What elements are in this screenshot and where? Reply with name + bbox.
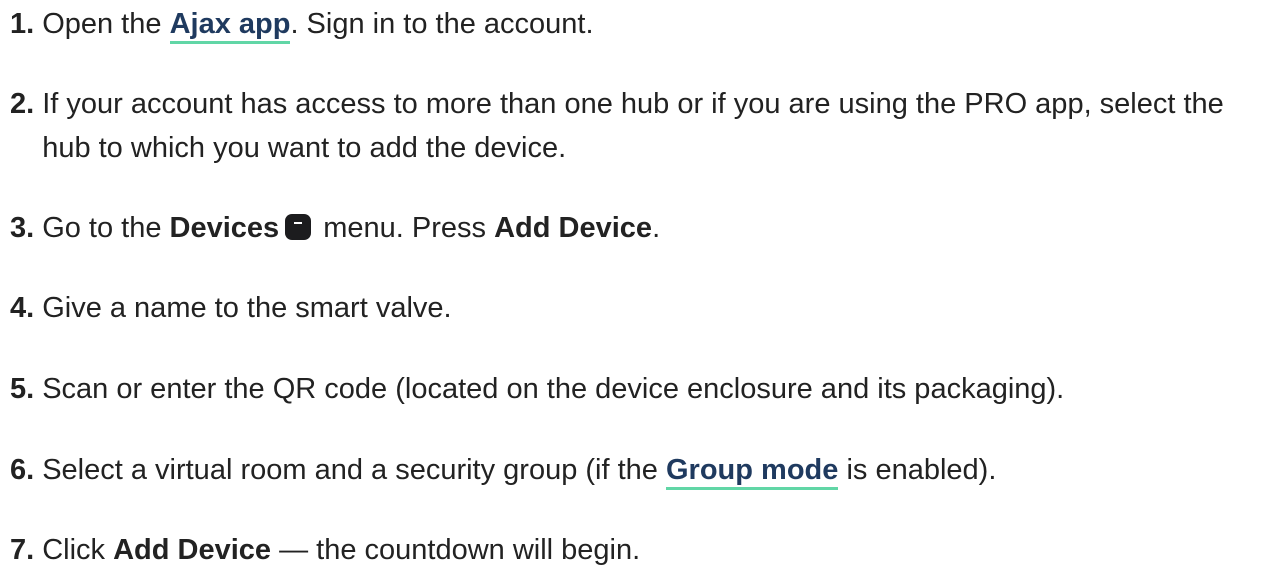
step-7: 7. Click Add Device — the countdown will… bbox=[10, 528, 1272, 572]
step-2: 2. If your account has access to more th… bbox=[10, 82, 1272, 170]
step-1: 1. Open the Ajax app. Sign in to the acc… bbox=[10, 2, 1272, 46]
step-text: Select a virtual room and a security gro… bbox=[42, 448, 1272, 492]
group-mode-link[interactable]: Group mode bbox=[666, 454, 839, 490]
step-text: Go to the Devices menu. Press Add Device… bbox=[42, 206, 1272, 250]
step-number: 6. bbox=[10, 454, 35, 486]
step-3: 3. Go to the Devices menu. Press Add Dev… bbox=[10, 206, 1272, 250]
instruction-steps: 1. Open the Ajax app. Sign in to the acc… bbox=[0, 0, 1272, 572]
step-5: 5. Scan or enter the QR code (located on… bbox=[10, 367, 1272, 411]
step-text: Scan or enter the QR code (located on th… bbox=[42, 373, 1065, 405]
step-text-end: — the countdown will begin. bbox=[271, 534, 641, 566]
step-number: 4. bbox=[10, 292, 35, 324]
step-text-start: Click bbox=[42, 534, 114, 566]
step-text: If your account has access to more than … bbox=[42, 88, 1224, 164]
step-text: Give a name to the smart valve. bbox=[42, 292, 452, 324]
step-number: 7. bbox=[10, 534, 35, 566]
step-text-end: . Sign in to the account. bbox=[290, 8, 594, 40]
step-text-middle: menu. Press bbox=[315, 212, 495, 244]
add-device-label: Add Device bbox=[113, 534, 272, 566]
step-text: Open the Ajax app. Sign in to the accoun… bbox=[42, 2, 1272, 46]
step-text-end: . bbox=[652, 212, 661, 244]
devices-icon bbox=[285, 214, 312, 240]
step-number: 1. bbox=[10, 8, 35, 40]
ajax-app-link[interactable]: Ajax app bbox=[169, 8, 291, 44]
devices-menu-label: Devices bbox=[169, 212, 280, 244]
step-number: 5. bbox=[10, 373, 35, 405]
step-text-end: is enabled). bbox=[838, 454, 997, 486]
step-text: Click Add Device — the countdown will be… bbox=[42, 528, 1272, 572]
step-text-start: Select a virtual room and a security gro… bbox=[42, 454, 666, 486]
step-4: 4. Give a name to the smart valve. bbox=[10, 286, 1272, 330]
step-text-start: Go to the bbox=[42, 212, 170, 244]
step-text-start: Open the bbox=[42, 8, 170, 40]
step-6: 6. Select a virtual room and a security … bbox=[10, 448, 1272, 492]
add-device-label: Add Device bbox=[494, 212, 653, 244]
step-number: 2. bbox=[10, 88, 35, 120]
step-number: 3. bbox=[10, 212, 35, 244]
